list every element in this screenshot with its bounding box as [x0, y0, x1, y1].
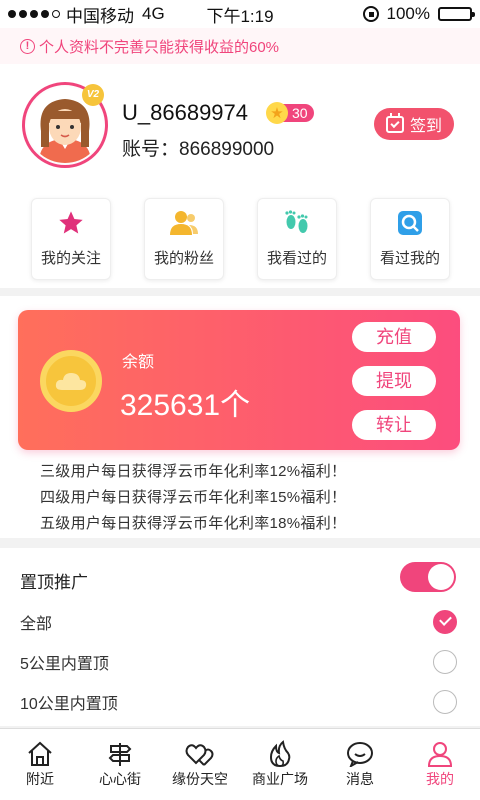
top-promotion-section: 置顶推广 全部 5公里内置顶 10公里内置顶 [0, 548, 480, 726]
option-label: 5公里内置顶 [20, 656, 109, 673]
balance-amount: 325631个 [120, 389, 251, 422]
battery-icon [438, 7, 475, 21]
quick-action-following[interactable]: 我的关注 [31, 198, 111, 280]
profile-incomplete-notice[interactable]: ! 个人资料不完善只能获得收益的60% [0, 28, 480, 64]
tab-me[interactable]: 我的 [400, 729, 480, 800]
tab-label: 附近 [26, 771, 54, 787]
quick-action-fans[interactable]: 我的粉丝 [144, 198, 224, 280]
transfer-button[interactable]: 转让 [352, 410, 436, 440]
person-icon [426, 739, 454, 769]
checkin-button[interactable]: 签到 [374, 108, 454, 140]
home-icon [26, 739, 54, 769]
option-label: 10公里内置顶 [20, 696, 118, 713]
notice-text: 个人资料不完善只能获得收益的60% [39, 38, 280, 56]
option-label: 全部 [20, 616, 53, 633]
account-number: 866899000 [179, 139, 275, 160]
chat-icon [346, 739, 374, 769]
battery-percent: 100% [386, 4, 430, 23]
promotion-option-10km[interactable]: 10公里内置顶 [20, 684, 460, 720]
bottom-tab-bar: 附近 心心街 缘份天空 商业广场 消息 我的 [0, 728, 480, 800]
wallet-card: 余额 325631个 充值 提现 转让 [18, 310, 460, 450]
network-type: 4G [142, 4, 165, 23]
recharge-button[interactable]: 充值 [352, 322, 436, 352]
tab-heart-street[interactable]: 心心街 [80, 729, 160, 800]
flame-icon [267, 739, 293, 769]
level-badge: ★ 30 [266, 102, 314, 124]
balance-label: 余额 [122, 354, 155, 371]
account-info: 账号：866899000 [122, 134, 274, 161]
bonus-line: 四级用户每日获得浮云币年化利率15%福利！ [40, 489, 347, 506]
tab-label: 缘份天空 [172, 771, 228, 787]
wallet-section: 余额 325631个 充值 提现 转让 三级用户每日获得浮云币年化利率12%福利… [0, 296, 480, 538]
warning-icon: ! [20, 38, 35, 54]
quick-action-label: 我看过的 [266, 250, 327, 267]
rotation-lock-icon [362, 6, 379, 22]
radio-unchecked-icon[interactable] [433, 690, 457, 714]
footprints-icon [258, 199, 336, 247]
search-icon [371, 199, 449, 247]
carrier-name: 中国移动 [66, 6, 134, 26]
star-icon [32, 199, 110, 247]
tab-label: 商业广场 [252, 771, 308, 787]
status-bar: 中国移动 4G 下午1:19 100% [0, 0, 480, 28]
quick-action-label: 看过我的 [379, 250, 440, 267]
users-icon [145, 199, 223, 247]
tab-business-plaza[interactable]: 商业广场 [240, 729, 320, 800]
bonus-line: 三级用户每日获得浮云币年化利率12%福利！ [40, 463, 347, 480]
tab-messages[interactable]: 消息 [320, 729, 400, 800]
tab-label: 消息 [346, 771, 374, 787]
username: U_86689974 [122, 100, 249, 125]
calendar-check-icon [385, 112, 404, 133]
tab-nearby[interactable]: 附近 [0, 729, 80, 800]
vip-badge: V2 [82, 84, 104, 106]
radio-unchecked-icon[interactable] [433, 650, 457, 674]
tab-label: 心心街 [99, 771, 141, 787]
promotion-option-all[interactable]: 全部 [20, 604, 460, 640]
quick-action-visitors[interactable]: 看过我的 [370, 198, 450, 280]
promotion-option-5km[interactable]: 5公里内置顶 [20, 644, 460, 680]
promotion-toggle[interactable] [400, 562, 456, 592]
signpost-icon [106, 739, 134, 769]
coin-icon [40, 350, 102, 412]
hearts-icon [185, 739, 215, 769]
account-label: 账号： [122, 139, 180, 160]
tab-fate-sky[interactable]: 缘份天空 [160, 729, 240, 800]
tab-label: 我的 [426, 771, 454, 787]
quick-action-label: 我的粉丝 [153, 250, 214, 267]
withdraw-button[interactable]: 提现 [352, 366, 436, 396]
promotion-title: 置顶推广 [20, 573, 88, 592]
signal-icon [8, 10, 60, 18]
bonus-line: 五级用户每日获得浮云币年化利率18%福利！ [40, 515, 347, 532]
checkin-label: 签到 [409, 118, 442, 135]
quick-action-label: 我的关注 [40, 250, 101, 267]
star-icon: ★ [266, 102, 288, 124]
quick-action-viewed[interactable]: 我看过的 [257, 198, 337, 280]
radio-checked-icon[interactable] [433, 610, 457, 634]
